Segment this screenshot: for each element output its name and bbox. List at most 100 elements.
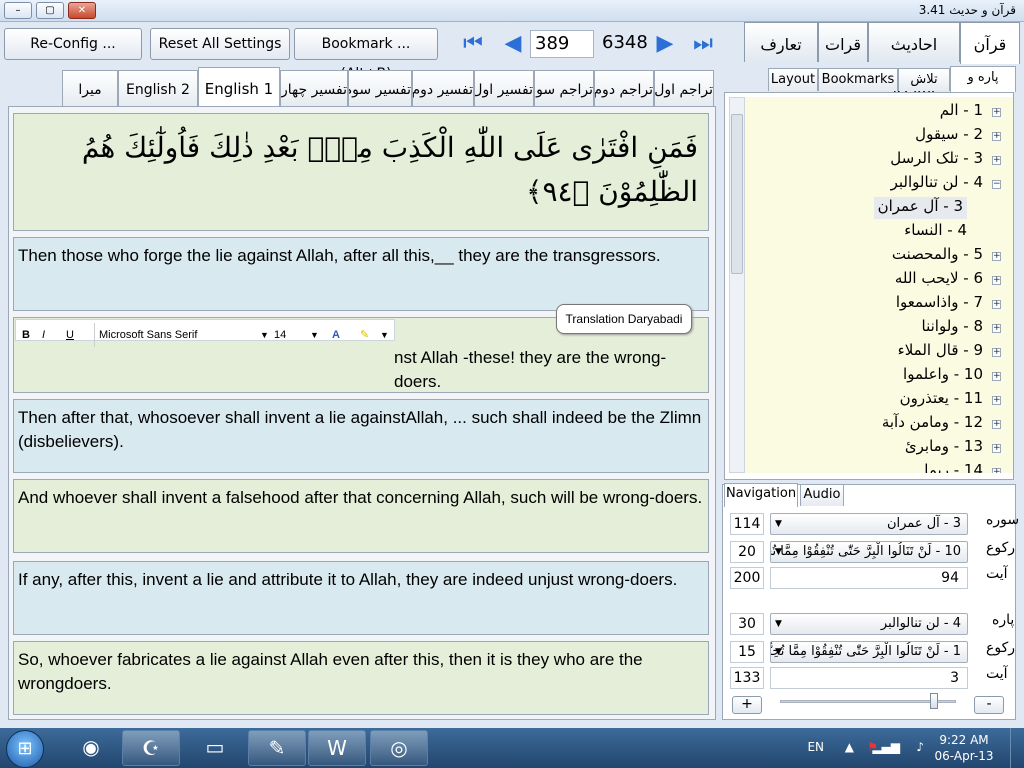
collapse-icon[interactable]: − bbox=[992, 180, 1001, 189]
expand-icon[interactable]: + bbox=[992, 444, 1001, 453]
zoom-out-button[interactable]: - bbox=[974, 696, 1004, 714]
italic-button[interactable]: I bbox=[42, 323, 45, 347]
bookmark-button[interactable]: Bookmark ... (Alt+B) bbox=[294, 28, 438, 82]
tree-item-para-1[interactable]: 1 - الم bbox=[940, 101, 983, 123]
tab-layout[interactable]: Layout bbox=[768, 68, 818, 91]
quran-app-taskbar-icon[interactable]: ☪ bbox=[122, 730, 180, 766]
expand-icon[interactable]: + bbox=[992, 276, 1001, 285]
clock-date[interactable]: 06-Apr-13 bbox=[930, 749, 998, 763]
tree-item-para-7[interactable]: 7 - واذاسمعوا bbox=[896, 293, 983, 315]
tab-tafseer-3[interactable]: تفسير سوم bbox=[348, 70, 412, 106]
translation-4[interactable]: And whoever shall invent a falsehood aft… bbox=[13, 479, 709, 553]
expand-icon[interactable]: + bbox=[992, 132, 1001, 141]
highlight-icon[interactable]: ✎ bbox=[360, 323, 369, 347]
tab-qirat[interactable]: قرات bbox=[818, 22, 868, 62]
font-dropdown-icon[interactable]: ▼ bbox=[260, 323, 269, 347]
expand-icon[interactable]: + bbox=[992, 396, 1001, 405]
tree-item-para-8[interactable]: 8 - ولواننا bbox=[922, 317, 984, 339]
tree-item-surah-4[interactable]: 4 - النساء bbox=[904, 221, 967, 243]
minimize-button[interactable]: – bbox=[4, 2, 32, 19]
tree-item-para-10[interactable]: 10 - واعلموا bbox=[903, 365, 983, 387]
size-dropdown-icon[interactable]: ▼ bbox=[310, 323, 319, 347]
para-ruku-select[interactable]: ▼ 1 - لَنْ تَنَالُوا الْبِرَّ حَتّٰى تُنْ… bbox=[770, 641, 968, 663]
next-verse-icon[interactable]: ▶ bbox=[652, 31, 678, 57]
firefox-icon[interactable]: ◉ bbox=[62, 730, 120, 766]
tab-tafseer-1[interactable]: تفسير اول bbox=[474, 70, 534, 106]
zoom-in-button[interactable]: + bbox=[732, 696, 762, 714]
para-select[interactable]: ▼ 4 - لن تنالوالبر bbox=[770, 613, 968, 635]
expand-icon[interactable]: + bbox=[992, 348, 1001, 357]
bold-button[interactable]: B bbox=[22, 323, 30, 347]
tree-item-para-3[interactable]: 3 - تلک الرسل bbox=[890, 149, 983, 171]
tab-search[interactable]: تلاش bbox=[898, 68, 950, 91]
tab-tarajim-3[interactable]: تراجم سوم bbox=[534, 70, 594, 106]
tab-tarajim-2[interactable]: تراجم دوم bbox=[594, 70, 654, 106]
tree-item-para-12[interactable]: 12 - ومامن دآبة bbox=[882, 413, 983, 435]
tab-taaruf[interactable]: تعارف bbox=[744, 22, 818, 62]
previous-verse-icon[interactable]: ◀ bbox=[500, 31, 526, 57]
tree-item-para-14[interactable]: 14 - ربما bbox=[924, 461, 983, 473]
tree-item-para-4[interactable]: 4 - لن تنالوالبر bbox=[891, 173, 983, 195]
tray-expand-icon[interactable]: ▲ bbox=[845, 740, 854, 754]
reconfig-button[interactable]: Re-Config ... bbox=[4, 28, 142, 60]
clock-time[interactable]: 9:22 AM bbox=[934, 733, 994, 747]
translation-6[interactable]: So, whoever fabricates a lie against All… bbox=[13, 641, 709, 715]
show-desktop-button[interactable] bbox=[1010, 728, 1024, 768]
current-verse-field[interactable]: 389 bbox=[530, 30, 594, 58]
tab-tafseer-2[interactable]: تفسير دوم bbox=[412, 70, 474, 106]
font-family-select[interactable]: Microsoft Sans Serif bbox=[94, 323, 266, 347]
reset-settings-button[interactable]: Reset All Settings ... bbox=[150, 28, 290, 82]
underline-button[interactable]: U bbox=[66, 323, 74, 347]
last-verse-icon[interactable]: ⏭ bbox=[690, 31, 716, 57]
ruku-select[interactable]: ▼ 10 - لَنْ تَنَالُوا الْبِرَّ حَتّٰى تُن… bbox=[770, 541, 968, 563]
tab-ahadith[interactable]: احادیث مبارکه bbox=[868, 22, 960, 98]
surah-select[interactable]: ▼ 3 - آل عمران bbox=[770, 513, 968, 535]
translation-1[interactable]: Then those who forge the lie against All… bbox=[13, 237, 709, 311]
expand-icon[interactable]: + bbox=[992, 468, 1001, 473]
scrollbar-thumb[interactable] bbox=[731, 114, 743, 274]
expand-icon[interactable]: + bbox=[992, 108, 1001, 117]
chrome-icon[interactable]: ◎ bbox=[370, 730, 428, 766]
tab-bookmarks[interactable]: Bookmarks bbox=[818, 68, 898, 91]
tree-item-para-6[interactable]: 6 - لايحب الله bbox=[895, 269, 983, 291]
tree-item-para-9[interactable]: 9 - قال الملاء bbox=[898, 341, 983, 363]
word-icon[interactable]: W bbox=[308, 730, 366, 766]
tree-item-surah-3[interactable]: 3 - آل عمران bbox=[873, 197, 967, 219]
tab-tafseer-4[interactable]: تفسير چهارم bbox=[280, 70, 348, 106]
expand-icon[interactable]: + bbox=[992, 372, 1001, 381]
tree-item-para-2[interactable]: 2 - سيقول bbox=[915, 125, 983, 147]
signal-icon[interactable]: ▂▄▆ bbox=[872, 740, 900, 754]
tree-item-para-13[interactable]: 13 - ومابرئ bbox=[905, 437, 983, 459]
tree-item-para-5[interactable]: 5 - والمحصنت bbox=[892, 245, 983, 267]
tab-audio[interactable]: Audio bbox=[800, 484, 844, 506]
language-indicator[interactable]: EN bbox=[807, 740, 824, 754]
expand-icon[interactable]: + bbox=[992, 420, 1001, 429]
ayat-field[interactable]: 94 bbox=[770, 567, 968, 589]
tab-navigation[interactable]: Navigation bbox=[724, 483, 798, 507]
slider-thumb[interactable] bbox=[930, 693, 938, 709]
expand-icon[interactable]: + bbox=[992, 252, 1001, 261]
start-button[interactable]: ⊞ bbox=[6, 730, 44, 768]
first-verse-icon[interactable]: ⏮ bbox=[460, 31, 486, 57]
tab-english-1[interactable]: English 1 bbox=[198, 67, 280, 107]
translation-3[interactable]: Then after that, whosoever shall invent … bbox=[13, 399, 709, 473]
close-button[interactable]: ✕ bbox=[68, 2, 96, 19]
maximize-button[interactable]: ▢ bbox=[36, 2, 64, 19]
para-ayat-field[interactable]: 3 bbox=[770, 667, 968, 689]
tab-tarajim-1[interactable]: تراجم اول bbox=[654, 70, 714, 106]
tab-quran-majeed[interactable]: قرآن مجید bbox=[960, 22, 1020, 98]
tab-english-2[interactable]: English 2 bbox=[118, 70, 198, 106]
expand-icon[interactable]: + bbox=[992, 324, 1001, 333]
font-color-icon[interactable]: A bbox=[332, 323, 340, 347]
volume-icon[interactable]: ♪ bbox=[916, 740, 924, 754]
highlight-dropdown-icon[interactable]: ▼ bbox=[380, 323, 389, 347]
translation-5[interactable]: If any, after this, invent a lie and att… bbox=[13, 561, 709, 635]
tab-mira[interactable]: ميرا bbox=[62, 70, 118, 106]
expand-icon[interactable]: + bbox=[992, 156, 1001, 165]
app-taskbar-icon[interactable]: ✎ bbox=[248, 730, 306, 766]
expand-icon[interactable]: + bbox=[992, 300, 1001, 309]
tree-item-para-11[interactable]: 11 - يعتذرون bbox=[900, 389, 983, 411]
tree-scrollbar[interactable] bbox=[729, 97, 745, 473]
tab-para-surah[interactable]: پاره و سوره bbox=[950, 66, 1016, 107]
folder-icon[interactable]: ▭ bbox=[186, 730, 244, 766]
